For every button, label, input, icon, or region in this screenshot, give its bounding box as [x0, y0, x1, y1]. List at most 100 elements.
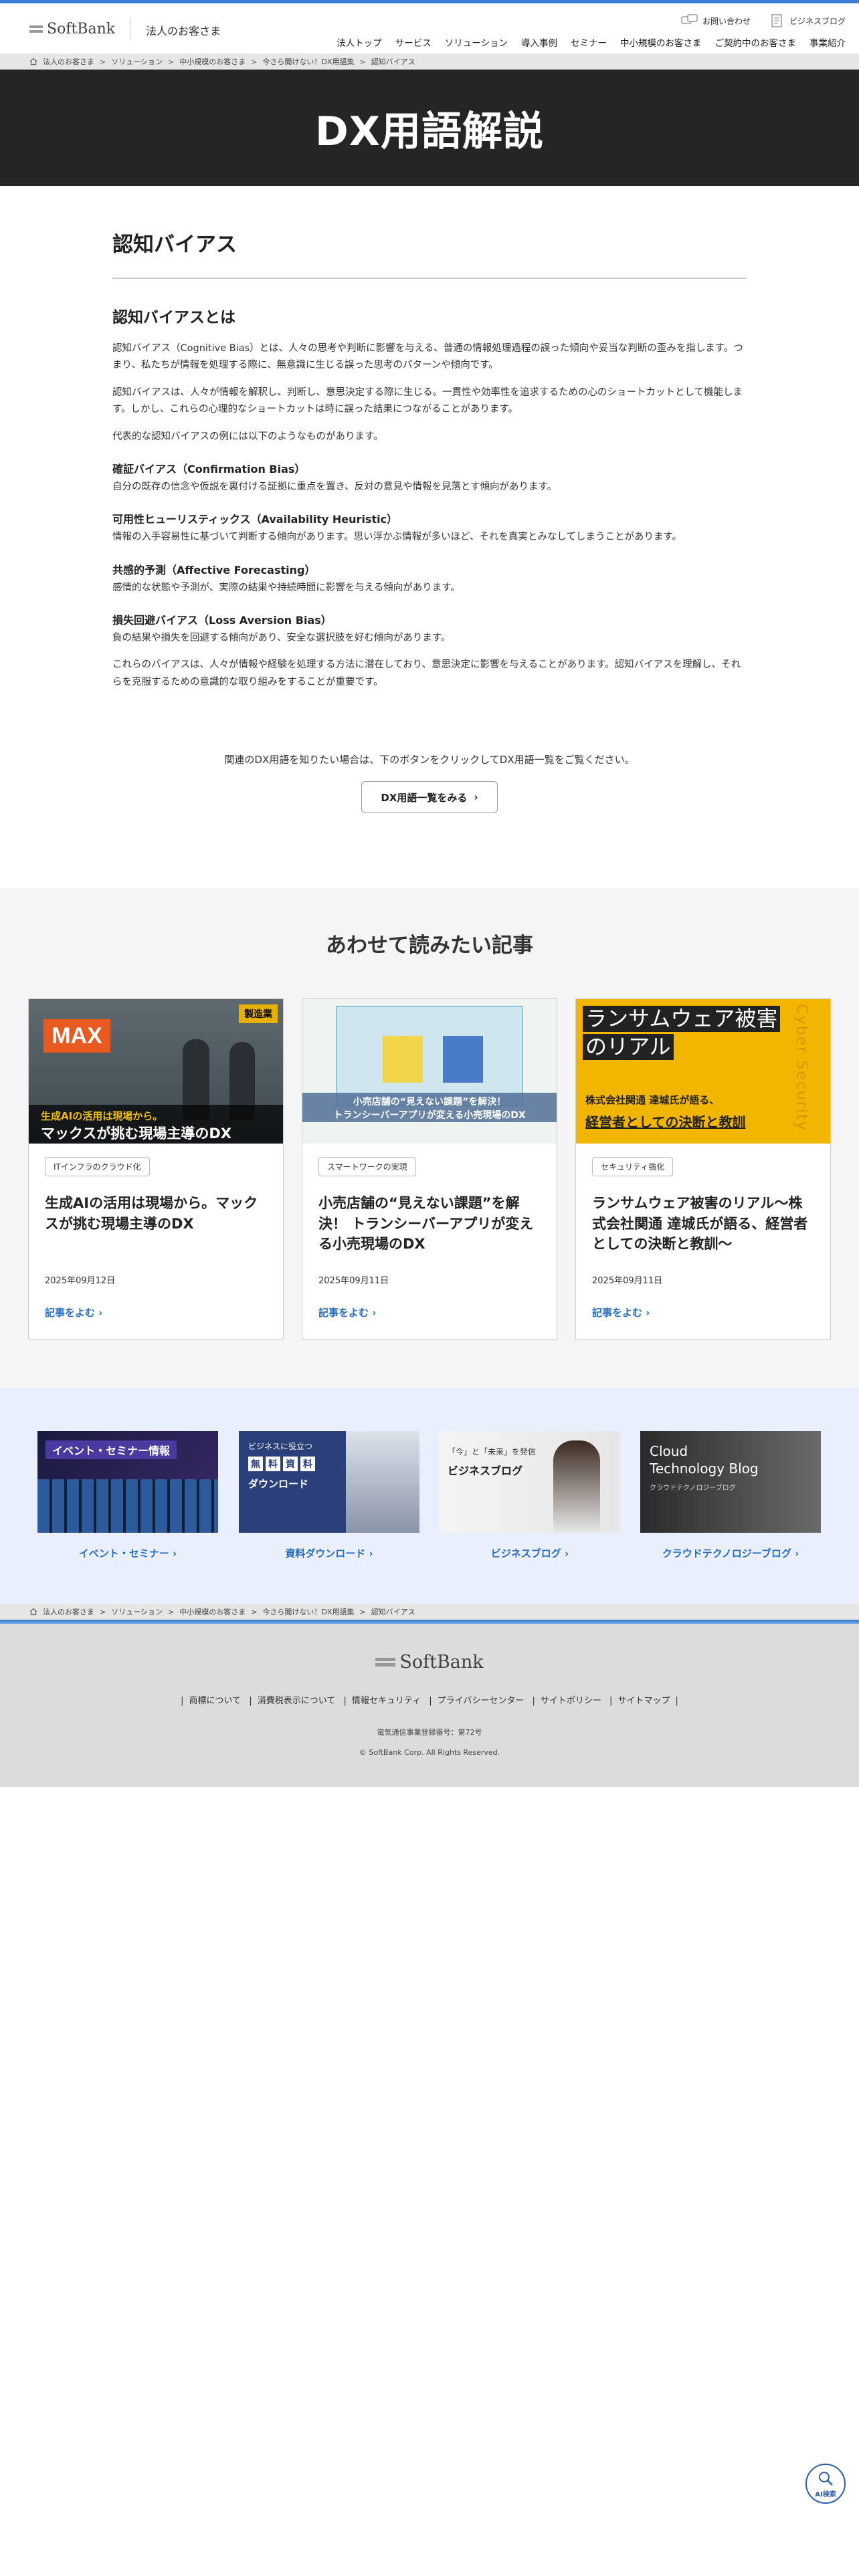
card-read-more: 記事をよむ ›	[318, 1307, 377, 1319]
card-title: 小売店舗の“見えない課題”を解決！ トランシーバーアプリが変える小売現場のDX	[318, 1195, 534, 1252]
nav-item-smb[interactable]: 中小規模のお客さま	[620, 35, 702, 49]
logo-mark	[29, 25, 43, 33]
bias-item-text: 感情的な状態や予測が、実際の結果や持続時間に影響を与える傾向があります。	[112, 582, 460, 593]
copyright: © SoftBank Corp. All Rights Reserved.	[359, 1748, 500, 1757]
footer-link[interactable]: サイトマップ	[617, 1696, 670, 1706]
breadcrumb-item[interactable]: 法人のお客さま	[43, 1606, 94, 1617]
breadcrumb-item[interactable]: 中小規模のお客さま	[179, 1606, 246, 1617]
nav-item-cases[interactable]: 導入事例	[521, 35, 557, 49]
contact-label: お問い合わせ	[702, 16, 751, 26]
bias-item-text: 負の結果や損失を回避する傾向があり、安全な選択肢を好む傾向があります。	[112, 633, 451, 643]
banner-label: クラウドテクノロジーブログ	[662, 1547, 791, 1560]
dx-glossary-button[interactable]: DX用語一覧をみる ›	[361, 781, 498, 814]
logo-text: SoftBank	[47, 20, 116, 37]
chevron-right-icon: ›	[98, 1307, 103, 1319]
chevron-right-icon: ›	[795, 1547, 799, 1560]
bias-item-title: 損失回避バイアス（Loss Aversion Bias）	[112, 614, 332, 627]
banner-business-blog[interactable]: 「今」と「未来」を発信 ビジネスブログ ビジネスブログ ›	[440, 1431, 620, 1560]
nav-item-services[interactable]: サービス	[395, 35, 432, 49]
nav-item-top[interactable]: 法人トップ	[337, 35, 382, 49]
breadcrumb-item[interactable]: ソリューション	[111, 56, 163, 67]
banner-image-text: Technology Blog	[650, 1461, 759, 1477]
ai-search-label: AI検索	[815, 2490, 836, 2498]
footer-link[interactable]: 商標について	[189, 1696, 242, 1706]
banner-image: ビジネスに役立つ 無 料 資 料 ダウンロード	[239, 1431, 419, 1533]
shelf-shape	[443, 1036, 483, 1083]
softbank-logo[interactable]: SoftBank	[29, 21, 115, 37]
footer-logo[interactable]: SoftBank	[0, 1652, 859, 1673]
business-blog-link[interactable]: ビジネスブログ	[768, 14, 846, 27]
nav-item-seminars[interactable]: セミナー	[571, 35, 607, 49]
bias-item-title: 可用性ヒューリスティックス（Availability Heuristic）	[112, 513, 398, 526]
banner-image-text: ビジネスブログ	[448, 1465, 523, 1478]
footer-links: | 商標について | 消費税表示について | 情報セキュリティ | プライバシーセンター…	[181, 1696, 678, 1707]
bias-item-title: 確証バイアス（Confirmation Bias）	[112, 462, 306, 475]
card-date: 2025年09月11日	[592, 1276, 663, 1287]
chevron-right-icon: ›	[369, 1547, 373, 1560]
footer-link[interactable]: プライバシーセンター	[438, 1696, 524, 1706]
card-image-caption: 生成AIの活用は現場から。	[41, 1110, 163, 1123]
global-nav: 法人トップ サービス ソリューション 導入事例 セミナー 中小規模のお客さま ご…	[337, 35, 846, 49]
chevron-right-icon: ›	[372, 1307, 377, 1319]
cta-text: 関連のDX用語を知りたい場合は、下のボタンをクリックしてDX用語一覧をご覧くださ…	[224, 754, 635, 766]
industry-badge: 製造業	[239, 1004, 278, 1024]
banner-image: 「今」と「未来」を発信 ビジネスブログ	[440, 1431, 620, 1533]
breadcrumb-item[interactable]: 今さら聞けない！DX用語集	[262, 56, 354, 67]
chevron-right-icon: ›	[173, 1547, 177, 1560]
banner-image-char: 料	[300, 1457, 315, 1472]
breadcrumb-item[interactable]: 中小規模のお客さま	[179, 56, 246, 67]
banner-cloud-blog[interactable]: Cloud Technology Blog クラウドテクノロジーブログ クラウド…	[640, 1431, 821, 1560]
home-icon[interactable]	[29, 1608, 37, 1616]
article-card[interactable]: MAX 製造業 生成AIの活用は現場から。 マックスが挑む現場主導のDX ITイ…	[28, 998, 284, 1340]
card-image-caption: 経営者としての決断と教訓	[585, 1114, 746, 1131]
article-card[interactable]: 小売店舗の“見えない課題”を解決！ トランシーバーアプリが変える小売現場のDX …	[302, 998, 557, 1340]
bias-item-title: 共感的予測（Affective Forecasting）	[112, 563, 316, 576]
footer-logo-text: SoftBank	[399, 1652, 484, 1673]
card-tag: スマートワークの実現	[318, 1157, 416, 1177]
card-image: 小売店舗の“見えない課題”を解決！ トランシーバーアプリが変える小売現場のDX	[302, 999, 557, 1144]
person-photo	[346, 1431, 419, 1533]
contact-link[interactable]: お問い合わせ	[681, 14, 751, 27]
banner-label: ビジネスブログ	[490, 1547, 561, 1560]
footer-link[interactable]: 消費税表示について	[258, 1696, 336, 1706]
section-link[interactable]: 法人のお客さま	[146, 22, 221, 38]
related-title: あわせて読みたい記事	[326, 934, 533, 958]
person-photo	[553, 1440, 600, 1533]
banner-image-text: Cloud	[650, 1443, 688, 1460]
footer-link[interactable]: 情報セキュリティ	[352, 1696, 421, 1706]
bias-item-text: 自分の既存の信念や仮説を裏付ける証拠に重点を置き、反対の意見や情報を見落とす傾向…	[112, 481, 557, 492]
chevron-right-icon: ›	[646, 1307, 650, 1319]
nav-item-customers[interactable]: ご契約中のお客さま	[715, 35, 797, 49]
card-title: 生成AIの活用は現場から。マックスが挑む現場主導のDX	[45, 1195, 258, 1232]
nav-item-business[interactable]: 事業紹介	[809, 35, 846, 49]
footer-link[interactable]: サイトポリシー	[541, 1696, 601, 1706]
breadcrumb-item[interactable]: 今さら聞けない！DX用語集	[262, 1606, 354, 1617]
article-main: 認知バイアス 認知バイアスとは 認知バイアス（Cognitive Bias）とは…	[112, 186, 747, 814]
utility-nav: お問い合わせ ビジネスブログ	[681, 14, 846, 27]
banner-image-text: 「今」と「未来」を発信	[448, 1447, 537, 1457]
card-image-caption: ランサムウェア被害	[583, 1006, 781, 1032]
chat-icon	[681, 14, 698, 24]
card-read-more: 記事をよむ ›	[592, 1307, 650, 1319]
paragraph: 代表的な認知バイアスの例には以下のようなものがあります。	[112, 431, 383, 442]
nav-item-solutions[interactable]: ソリューション	[445, 35, 508, 49]
banner-image-text: イベント・セミナー情報	[45, 1440, 177, 1460]
ai-search-button[interactable]: AI検索	[805, 2464, 846, 2504]
banner-events[interactable]: イベント・セミナー情報 イベント・セミナー ›	[37, 1431, 218, 1560]
bias-item-text: 情報の入手容易性に基づいて判断する傾向があります。思い浮かぶ情報が多いほど、それ…	[112, 532, 682, 543]
search-icon	[819, 2471, 833, 2486]
breadcrumb-item[interactable]: 法人のお客さま	[43, 56, 94, 67]
breadcrumb: 法人のお客さま > ソリューション > 中小規模のお客さま > 今さら聞けない！DX用…	[0, 53, 859, 70]
breadcrumb-item[interactable]: ソリューション	[111, 1606, 163, 1617]
hero-banner: DX用語解説	[0, 70, 859, 186]
banner-downloads[interactable]: ビジネスに役立つ 無 料 資 料 ダウンロード 資料ダウンロード ›	[239, 1431, 419, 1560]
article-card[interactable]: ランサムウェア被害 のリアル 株式会社関通 達城氏が語る、 経営者としての決断と…	[575, 998, 831, 1340]
paragraph: 認知バイアスは、人々が情報を解釈し、判断し、意思決定する際に生じる。一貫性や効率…	[112, 387, 743, 415]
dx-glossary-button-label: DX用語一覧をみる	[381, 791, 468, 804]
banner-image-char: 資	[283, 1457, 298, 1472]
card-image-caption: マックスが挑む現場主導のDX	[41, 1125, 231, 1142]
home-icon[interactable]	[29, 58, 37, 66]
screen-grid	[37, 1479, 218, 1533]
section-heading: 認知バイアスとは	[112, 309, 235, 326]
breadcrumb-current: 認知バイアス	[371, 58, 415, 66]
